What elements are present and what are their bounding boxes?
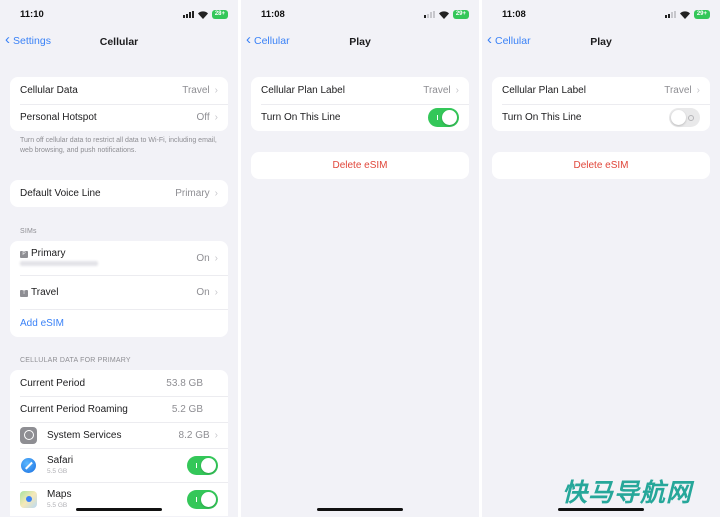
row-cellular-plan-label[interactable]: Cellular Plan Label Travel › xyxy=(251,77,469,104)
status-bar: 11:10 28+ xyxy=(0,0,238,30)
safari-cellular-toggle[interactable] xyxy=(187,455,218,475)
usage-group: Current Period 53.8 GB Current Period Ro… xyxy=(10,370,228,516)
signal-icon xyxy=(182,11,194,18)
row-sim-travel[interactable]: T Travel On › xyxy=(10,275,228,309)
sims-group: P Primary On › T Travel On › Add eSIM xyxy=(10,241,228,337)
battery-icon: 28+ xyxy=(211,10,228,19)
system-services-icon xyxy=(20,426,37,444)
maps-icon xyxy=(20,490,37,508)
add-esim-button[interactable]: Add eSIM xyxy=(10,309,228,337)
sim-tag-icon: P xyxy=(20,251,28,258)
chevron-right-icon: › xyxy=(214,429,218,441)
battery-icon: 29+ xyxy=(693,10,710,19)
status-bar: 11:08 29+ xyxy=(482,0,720,30)
chevron-right-icon: › xyxy=(214,85,218,96)
usage-header: CELLULAR DATA FOR PRIMARY xyxy=(20,357,131,364)
page-title: Play xyxy=(349,36,371,48)
nav-bar: ‹ Settings Cellular xyxy=(0,32,238,54)
chevron-right-icon: › xyxy=(696,85,700,96)
signal-icon xyxy=(423,11,435,18)
wifi-icon xyxy=(197,10,208,19)
row-app-safari: Safari 5.5 GB xyxy=(10,448,228,482)
plan-group: Cellular Plan Label Travel › Turn On Thi… xyxy=(251,77,469,131)
status-time: 11:08 xyxy=(261,9,285,20)
home-indicator[interactable] xyxy=(317,508,403,511)
delete-esim-button[interactable]: Delete eSIM xyxy=(251,152,469,179)
row-cellular-plan-label[interactable]: Cellular Plan Label Travel › xyxy=(492,77,710,104)
nav-bar: ‹ Cellular Play xyxy=(241,32,479,54)
phone-play-line-on: 11:08 29+ ‹ Cellular Play Cellular Plan … xyxy=(241,0,479,517)
row-cellular-data[interactable]: Cellular Data Travel › xyxy=(10,77,228,104)
redacted-phone-number xyxy=(20,261,98,266)
chevron-right-icon: › xyxy=(214,286,218,298)
row-sim-primary[interactable]: P Primary On › xyxy=(10,241,228,275)
wifi-icon xyxy=(438,10,449,19)
battery-icon: 29+ xyxy=(452,10,469,19)
home-indicator[interactable] xyxy=(76,508,162,511)
chevron-right-icon: › xyxy=(214,252,218,264)
plan-group: Cellular Plan Label Travel › Turn On Thi… xyxy=(492,77,710,131)
watermark-text: 快马导航网 xyxy=(561,478,692,507)
row-turn-on-line: Turn On This Line xyxy=(492,104,710,131)
status-bar: 11:08 29+ xyxy=(241,0,479,30)
safari-icon xyxy=(20,456,37,474)
phone-play-line-off: 11:08 29+ ‹ Cellular Play Cellular Plan … xyxy=(482,0,720,517)
cellular-group: Cellular Data Travel › Personal Hotspot … xyxy=(10,77,228,131)
maps-cellular-toggle[interactable] xyxy=(187,489,218,509)
row-current-period-roaming: Current Period Roaming 5.2 GB xyxy=(10,396,228,422)
phone-cellular-settings: 11:10 28+ ‹ Settings Cellular Cellular D… xyxy=(0,0,238,517)
delete-esim-button[interactable]: Delete eSIM xyxy=(492,152,710,179)
cellular-footnote: Turn off cellular data to restrict all d… xyxy=(20,137,217,154)
turn-on-line-toggle[interactable] xyxy=(428,108,459,127)
status-time: 11:08 xyxy=(502,9,526,20)
chevron-right-icon: › xyxy=(214,188,218,199)
page-title: Play xyxy=(590,36,612,48)
row-default-voice-line[interactable]: Default Voice Line Primary › xyxy=(10,180,228,207)
status-time: 11:10 xyxy=(20,9,44,20)
page-title: Cellular xyxy=(99,36,139,48)
turn-on-line-toggle[interactable] xyxy=(669,108,700,127)
nav-bar: ‹ Cellular Play xyxy=(482,32,720,54)
chevron-right-icon: › xyxy=(214,112,218,123)
row-current-period: Current Period 53.8 GB xyxy=(20,377,203,389)
voice-line-group: Default Voice Line Primary › xyxy=(10,180,228,207)
home-indicator[interactable] xyxy=(558,508,644,511)
sim-tag-icon: T xyxy=(20,289,28,297)
signal-icon xyxy=(664,11,676,18)
row-system-services[interactable]: System Services 8.2 GB › xyxy=(10,422,228,448)
sims-header: SIMs xyxy=(20,228,37,235)
row-turn-on-line: Turn On This Line xyxy=(251,104,469,131)
wifi-icon xyxy=(679,10,690,19)
row-personal-hotspot[interactable]: Personal Hotspot Off › xyxy=(10,104,228,131)
chevron-right-icon: › xyxy=(455,85,459,96)
